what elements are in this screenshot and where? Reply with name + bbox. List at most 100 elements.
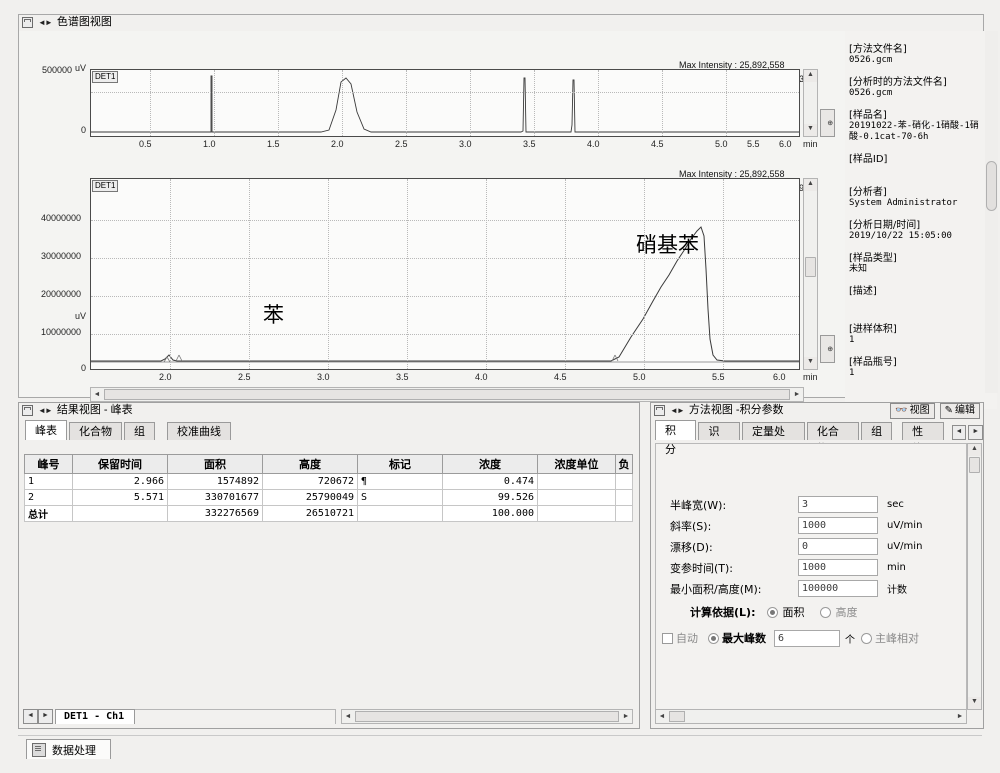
- result-scroll-left-arrow[interactable]: ◄: [342, 713, 354, 720]
- result-split-icon[interactable]: ◄►: [38, 403, 53, 418]
- input-max-peaks[interactable]: 6: [774, 629, 840, 647]
- result-hscrollbar[interactable]: ◄ ►: [341, 709, 633, 724]
- cell-peak-no: 2: [24, 489, 73, 506]
- unit-edge-time: min: [887, 562, 906, 573]
- method-view-titlebar: ◄► 方法视图 -积分参数 👓 视图 ✎ 编辑: [651, 402, 983, 419]
- table-row-total[interactable]: 总计 332276569 26510721 100.000: [24, 505, 633, 522]
- bottom-chart-scroll-thumb[interactable]: [805, 257, 816, 277]
- top-chart-scroll-up-arrow[interactable]: ▲: [804, 70, 817, 82]
- bottom-chart-scroll-left-arrow[interactable]: ◄: [91, 391, 103, 398]
- col-concentration-unit[interactable]: 浓度单位: [537, 454, 616, 474]
- method-hscroll-thumb[interactable]: [669, 711, 685, 722]
- top-xtick-8: 4.5: [651, 139, 664, 149]
- chromatogram-view-title: 色谱图视图: [56, 16, 112, 28]
- result-restore-icon[interactable]: [22, 405, 33, 416]
- cell-mark: S: [357, 489, 443, 506]
- radio-calc-area[interactable]: 面积: [767, 604, 804, 620]
- radio-calc-area-icon: [767, 606, 779, 618]
- method-hscrollbar[interactable]: ◄ ►: [655, 709, 967, 724]
- top-chart-scroll-down-arrow[interactable]: ▼: [804, 124, 817, 136]
- input-half-width[interactable]: 3: [798, 496, 878, 513]
- col-extra[interactable]: 负: [615, 454, 633, 474]
- radio-calc-height[interactable]: 高度: [820, 604, 857, 620]
- bottom-chart-hscroll-thumb[interactable]: [104, 389, 790, 400]
- table-row[interactable]: 1 2.966 1574892 720672 ¶ 0.474: [24, 473, 633, 490]
- bottom-chart-scroll-down-arrow[interactable]: ▼: [804, 357, 817, 369]
- method-scroll-up-arrow[interactable]: ▲: [968, 444, 981, 456]
- method-scroll-thumb[interactable]: [969, 457, 980, 473]
- col-retention-time[interactable]: 保留时间: [72, 454, 168, 474]
- tab-integration[interactable]: 积分: [655, 420, 697, 456]
- cell-rt: 2.966: [72, 473, 168, 490]
- result-scroll-right-arrow[interactable]: ►: [620, 713, 632, 720]
- bottom-chart-zoom-control[interactable]: ⊕: [820, 335, 835, 363]
- radio-main-peak-relative[interactable]: 主峰相对: [861, 630, 919, 646]
- method-tab-next-button[interactable]: ►: [968, 425, 983, 440]
- tab-identification[interactable]: 识别: [698, 422, 740, 455]
- peak-annotation-benzene: 苯: [263, 303, 284, 327]
- info-pane-vscrollbar[interactable]: [985, 31, 998, 393]
- radio-max-peaks[interactable]: 最大峰数: [708, 630, 766, 646]
- info-key-0: [方法文件名]: [849, 44, 907, 55]
- input-min-area-height[interactable]: 100000: [798, 580, 878, 597]
- top-chart-ytick-0: 500000: [42, 65, 73, 75]
- bottom-ytick-0: 40000000: [41, 213, 82, 223]
- tab-peak-table[interactable]: 峰表: [25, 420, 67, 440]
- split-icon[interactable]: ◄►: [38, 15, 53, 30]
- top-chart-plot-area[interactable]: DET1: [90, 69, 800, 137]
- tab-groups[interactable]: 组: [124, 422, 155, 440]
- input-edge-time[interactable]: 1000: [798, 559, 878, 576]
- col-mark[interactable]: 标记: [357, 454, 443, 474]
- method-tab-prev-button[interactable]: ◄: [951, 425, 967, 440]
- info-key-3: [样品ID]: [849, 154, 888, 165]
- restore-icon[interactable]: [22, 17, 33, 28]
- checkbox-auto[interactable]: 自动: [662, 630, 698, 646]
- top-chart-y-unit: uV: [75, 63, 87, 73]
- info-pane-scroll-thumb[interactable]: [986, 161, 997, 211]
- tab-group[interactable]: 组: [861, 422, 893, 440]
- col-area[interactable]: 面积: [167, 454, 263, 474]
- result-hscroll-thumb[interactable]: [355, 711, 619, 722]
- view-mode-button[interactable]: 👓 视图: [890, 402, 935, 419]
- bottom-chart-scroll-right-arrow[interactable]: ►: [791, 391, 803, 398]
- sheet-next-button[interactable]: ►: [38, 708, 53, 724]
- bottom-chart-scroll-up-arrow[interactable]: ▲: [804, 179, 817, 191]
- info-key-9: [样品瓶号]: [849, 357, 897, 368]
- cell-area: 1574892: [167, 473, 263, 490]
- tab-compounds[interactable]: 化合物: [69, 422, 122, 440]
- data-processing-icon: [32, 742, 46, 757]
- top-chart-zoom-control[interactable]: ⊕: [820, 109, 835, 137]
- method-scroll-down-arrow[interactable]: ▼: [968, 697, 981, 709]
- result-view-panel: ◄► 结果视图 - 峰表 峰表 化合物 组 校准曲线 峰号 保留时间 面积 高度…: [18, 402, 640, 729]
- tab-calibration-curve[interactable]: 校准曲线: [167, 422, 231, 440]
- col-peak-no[interactable]: 峰号: [24, 454, 73, 474]
- sheet-prev-button[interactable]: ◄: [23, 708, 38, 724]
- result-view-tabs: 峰表 化合物 组 校准曲线: [19, 420, 231, 440]
- input-drift[interactable]: 0: [798, 538, 878, 555]
- method-restore-icon[interactable]: [654, 405, 665, 416]
- radio-max-peaks-label: 最大峰数: [722, 632, 766, 645]
- method-scroll-right-arrow[interactable]: ►: [954, 713, 966, 720]
- top-chart-det-tag: DET1: [92, 71, 119, 83]
- bottom-chart-hscrollbar[interactable]: ◄ ►: [90, 387, 804, 402]
- col-height[interactable]: 高度: [262, 454, 358, 474]
- task-tab-data-processing[interactable]: 数据处理: [26, 739, 111, 759]
- peak-table-header-row: 峰号 保留时间 面积 高度 标记 浓度 浓度单位 负: [24, 454, 633, 474]
- col-concentration[interactable]: 浓度: [442, 454, 538, 474]
- edit-mode-button[interactable]: ✎ 编辑: [939, 402, 980, 419]
- info-key-5: [分析日期/时间]: [849, 220, 921, 231]
- method-split-icon[interactable]: ◄►: [670, 403, 685, 418]
- method-vscrollbar[interactable]: ▲ ▼: [967, 443, 982, 710]
- input-slope[interactable]: 1000: [798, 517, 878, 534]
- table-row[interactable]: 2 5.571 330701677 25790049 S 99.526: [24, 489, 633, 506]
- bottom-chart-plot-area[interactable]: DET1 苯 硝基苯: [90, 178, 800, 370]
- bottom-chart-vscrollbar[interactable]: ▲ ▼: [803, 178, 818, 370]
- cell-height: 25790049: [262, 489, 358, 506]
- unit-half-width: sec: [887, 499, 904, 510]
- top-chart-vscrollbar[interactable]: ▲ ▼: [803, 69, 818, 137]
- sheet-tab-det1-ch1[interactable]: DET1 - Ch1: [55, 708, 136, 724]
- tab-quantitation[interactable]: 定量处理: [741, 422, 805, 455]
- tab-compound[interactable]: 化合物: [806, 422, 860, 455]
- method-scroll-left-arrow[interactable]: ◄: [656, 713, 668, 720]
- tab-performance[interactable]: 性能: [902, 422, 944, 455]
